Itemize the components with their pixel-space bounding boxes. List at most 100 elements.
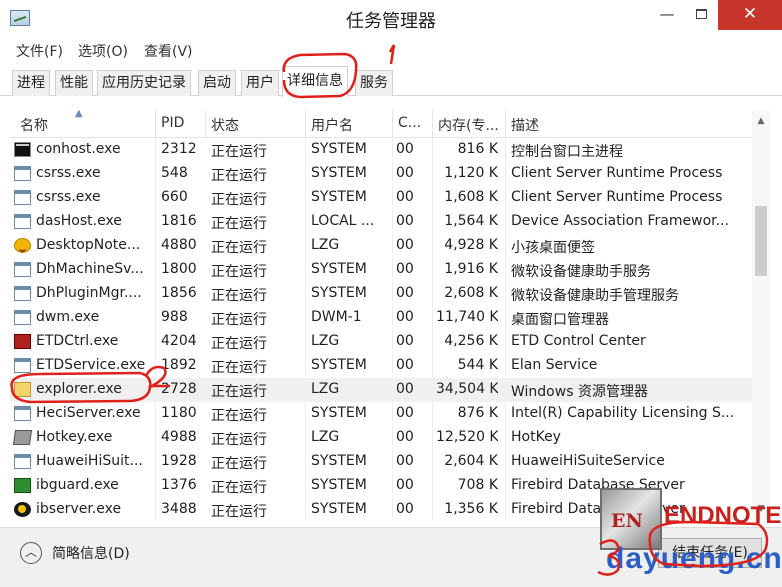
process-memory: 708 K — [457, 477, 498, 493]
process-pid: 1892 — [161, 357, 197, 373]
column-divider[interactable] — [392, 110, 393, 138]
column-status[interactable]: 状态 — [211, 115, 301, 135]
process-username: SYSTEM — [311, 285, 367, 301]
column-divider[interactable] — [205, 110, 206, 138]
minimize-button[interactable]: — — [650, 0, 684, 30]
scroll-down-icon[interactable]: ▼ — [752, 500, 770, 518]
process-username: LZG — [311, 429, 340, 445]
table-row[interactable]: DhPluginMgr.... 1856 正在运行 SYSTEM 00 2,608 K 微软… — [10, 282, 752, 306]
column-cpu[interactable]: C... — [398, 115, 430, 131]
table-row[interactable]: conhost.exe 2312 正在运行 SYSTEM 00 816 K 控制台窗口主进程 — [10, 138, 752, 162]
column-divider[interactable] — [305, 110, 306, 138]
table-row[interactable]: ibguard.exe 1376 正在运行 SYSTEM 00 708 K Firebird… — [10, 474, 752, 498]
end-task-button[interactable]: 结束任务(E) — [658, 538, 762, 568]
maximize-button[interactable] — [684, 0, 718, 30]
process-name: ibguard.exe — [36, 477, 119, 493]
ibserver-icon — [14, 502, 31, 517]
vertical-scrollbar[interactable]: ▲ ▼ — [752, 110, 770, 520]
process-status: 正在运行 — [211, 360, 267, 376]
footer-bar: ︿ 简略信息(D) 结束任务(E) — [0, 527, 782, 587]
menu-view[interactable]: 查看(V) — [144, 41, 193, 61]
fewer-details-toggle[interactable]: ︿ — [20, 542, 42, 564]
column-divider[interactable] — [155, 110, 156, 138]
process-cpu: 00 — [396, 381, 414, 397]
process-cpu: 00 — [396, 309, 414, 325]
title-bar: 任务管理器 — ✕ — [0, 0, 782, 38]
process-name: DhPluginMgr.... — [36, 285, 142, 301]
process-cpu: 00 — [396, 453, 414, 469]
process-username: SYSTEM — [311, 501, 367, 517]
process-name: ibserver.exe — [36, 501, 122, 517]
tab-users[interactable]: 用户 — [241, 70, 279, 96]
process-username: LZG — [311, 237, 340, 253]
close-button[interactable]: ✕ — [718, 0, 782, 30]
column-memory[interactable]: 内存(专... — [438, 115, 506, 135]
process-username: SYSTEM — [311, 165, 367, 181]
table-row[interactable]: dwm.exe 988 正在运行 DWM-1 00 11,740 K 桌面窗口管理器 — [10, 306, 752, 330]
process-pid: 4880 — [161, 237, 197, 253]
table-row[interactable]: explorer.exe 2728 正在运行 LZG 00 34,504 K Windows… — [10, 378, 752, 402]
fewer-details-link[interactable]: 简略信息(D) — [52, 543, 130, 563]
table-row[interactable]: ibserver.exe 3488 正在运行 SYSTEM 00 1,356 K Fireb… — [10, 498, 752, 520]
table-row[interactable]: dasHost.exe 1816 正在运行 LOCAL ... 00 1,564 K Dev… — [10, 210, 752, 234]
column-name[interactable]: 名称 — [20, 115, 150, 135]
process-status: 正在运行 — [211, 384, 267, 400]
table-row[interactable]: HeciServer.exe 1180 正在运行 SYSTEM 00 876 K Intel… — [10, 402, 752, 426]
tab-services[interactable]: 服务 — [355, 70, 393, 96]
menu-options[interactable]: 选项(O) — [78, 41, 128, 61]
process-username: SYSTEM — [311, 453, 367, 469]
table-row[interactable]: ETDService.exe 1892 正在运行 SYSTEM 00 544 K Elan … — [10, 354, 752, 378]
column-pid[interactable]: PID — [161, 115, 206, 131]
menu-file[interactable]: 文件(F) — [16, 41, 63, 61]
process-description: 微软设备健康助手管理服务 — [511, 288, 679, 304]
process-description: Intel(R) Capability Licensing S... — [511, 405, 735, 421]
process-description: Firebird Database Server — [511, 501, 685, 517]
process-username: SYSTEM — [311, 477, 367, 493]
process-memory: 1,564 K — [444, 213, 498, 229]
etd-icon — [14, 334, 31, 349]
process-name: Hotkey.exe — [36, 429, 113, 445]
window-icon — [14, 214, 31, 229]
tab-app-history[interactable]: 应用历史记录 — [97, 70, 191, 96]
process-cpu: 00 — [396, 333, 414, 349]
process-pid: 4988 — [161, 429, 197, 445]
process-cpu: 00 — [396, 357, 414, 373]
process-cpu: 00 — [396, 501, 414, 517]
process-description: 桌面窗口管理器 — [511, 312, 609, 328]
console-icon — [14, 142, 31, 157]
table-row[interactable]: Hotkey.exe 4988 正在运行 LZG 00 12,520 K HotKey — [10, 426, 752, 450]
tab-bar: 进程 性能 应用历史记录 启动 用户 详细信息 服务 — [0, 64, 782, 97]
process-username: SYSTEM — [311, 141, 367, 157]
process-memory: 4,256 K — [444, 333, 498, 349]
column-description[interactable]: 描述 — [511, 115, 741, 135]
table-row[interactable]: ETDCtrl.exe 4204 正在运行 LZG 00 4,256 K ETD Contr… — [10, 330, 752, 354]
scrollbar-thumb[interactable] — [755, 206, 767, 276]
table-row[interactable]: csrss.exe 660 正在运行 SYSTEM 00 1,608 K Client Se… — [10, 186, 752, 210]
process-description: Windows 资源管理器 — [511, 384, 648, 400]
window-icon — [14, 454, 31, 469]
column-divider[interactable] — [505, 110, 506, 138]
table-row[interactable]: DhMachineSv... 1800 正在运行 SYSTEM 00 1,916 K 微软设… — [10, 258, 752, 282]
process-pid: 1376 — [161, 477, 197, 493]
tab-processes[interactable]: 进程 — [12, 70, 50, 96]
tab-details[interactable]: 详细信息 — [282, 66, 348, 97]
process-description: 控制台窗口主进程 — [511, 144, 623, 160]
hotkey-icon — [12, 430, 33, 445]
process-pid: 660 — [161, 189, 188, 205]
table-header: ▲ 名称 PID 状态 用户名 C... 内存(专... 描述 — [10, 110, 752, 138]
folder-icon — [14, 382, 31, 397]
column-divider[interactable] — [432, 110, 433, 138]
window-icon — [14, 166, 31, 181]
window-icon — [14, 286, 31, 301]
process-name: HeciServer.exe — [36, 405, 141, 421]
tab-startup[interactable]: 启动 — [198, 70, 236, 96]
table-row[interactable]: DesktopNote... 4880 正在运行 LZG 00 4,928 K 小孩桌面便签 — [10, 234, 752, 258]
column-username[interactable]: 用户名 — [311, 115, 389, 135]
process-name: ETDCtrl.exe — [36, 333, 119, 349]
table-row[interactable]: csrss.exe 548 正在运行 SYSTEM 00 1,120 K Client Se… — [10, 162, 752, 186]
process-cpu: 00 — [396, 189, 414, 205]
close-icon: ✕ — [742, 4, 758, 24]
table-row[interactable]: HuaweiHiSuit... 1928 正在运行 SYSTEM 00 2,604 K Hu… — [10, 450, 752, 474]
scroll-up-icon[interactable]: ▲ — [752, 112, 770, 130]
tab-performance[interactable]: 性能 — [55, 70, 93, 96]
